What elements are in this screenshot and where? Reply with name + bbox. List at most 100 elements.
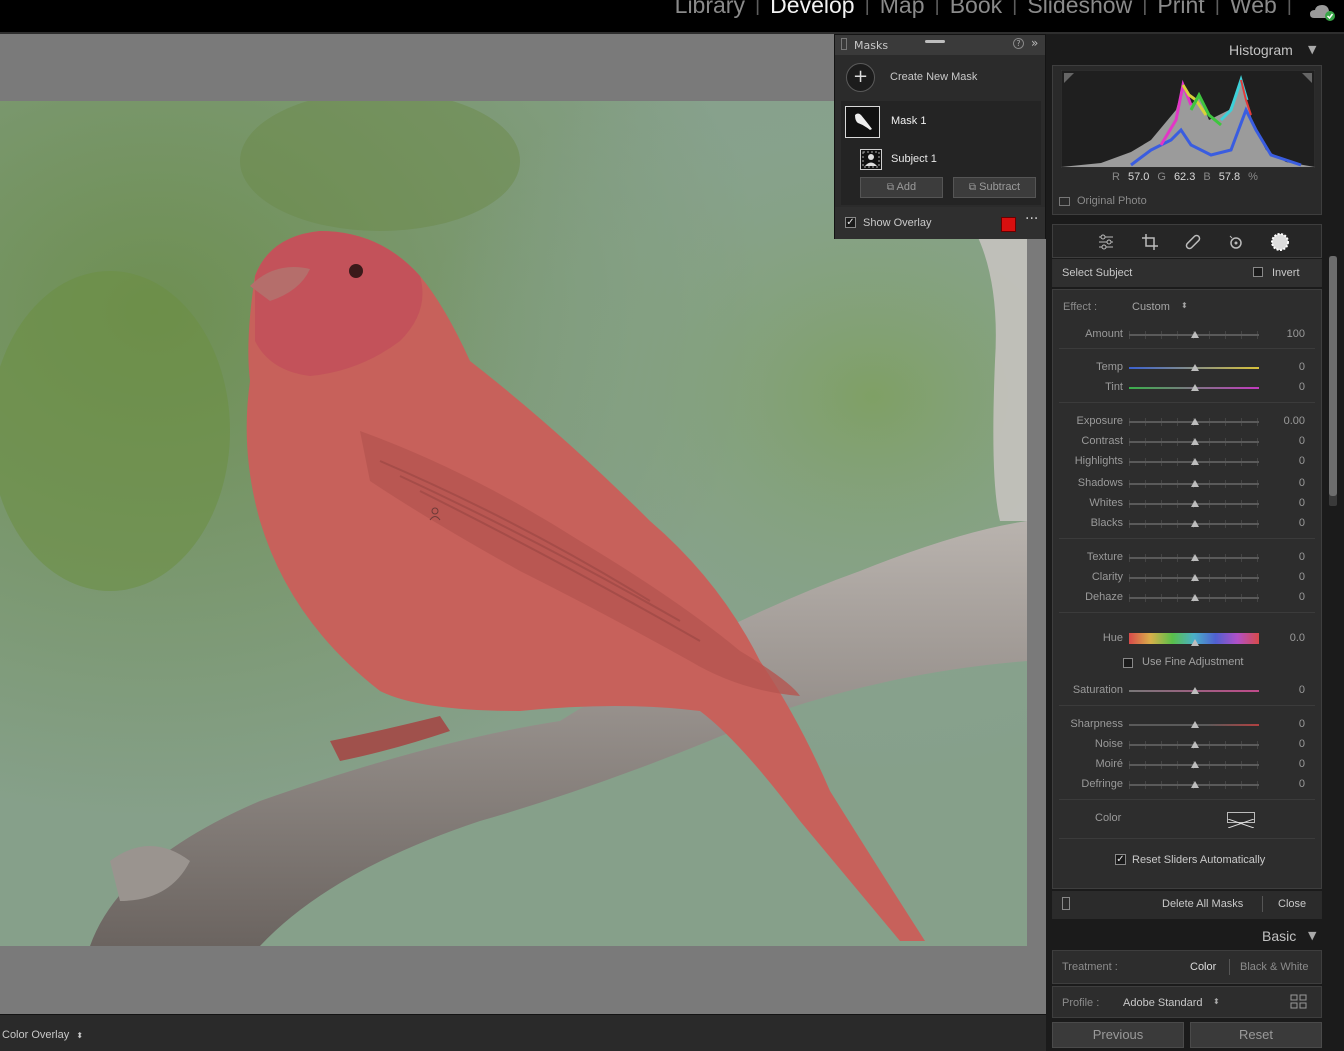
- help-icon[interactable]: ?: [1013, 38, 1024, 49]
- effect-preset-select[interactable]: Custom: [1132, 301, 1170, 313]
- slider-thumb[interactable]: [1191, 364, 1199, 371]
- treatment-color-option[interactable]: Color: [1190, 961, 1216, 973]
- shadows-slider[interactable]: Shadows 0: [1053, 474, 1319, 494]
- slider-thumb[interactable]: [1191, 500, 1199, 507]
- clarity-value[interactable]: 0: [1299, 571, 1305, 583]
- moire-slider[interactable]: Moiré 0: [1053, 755, 1319, 775]
- sharpness-value[interactable]: 0: [1299, 718, 1305, 730]
- profile-select[interactable]: Adobe Standard: [1123, 997, 1203, 1009]
- panel-grip-icon[interactable]: [841, 38, 847, 50]
- slider-thumb[interactable]: [1191, 687, 1199, 694]
- previous-button[interactable]: Previous: [1052, 1022, 1184, 1048]
- slider-thumb[interactable]: [1191, 438, 1199, 445]
- updown-arrow-icon[interactable]: ⬍: [1181, 301, 1188, 310]
- tint-slider[interactable]: Tint 0: [1053, 378, 1319, 398]
- minimize-icon[interactable]: [925, 40, 945, 43]
- crop-icon[interactable]: [1141, 233, 1159, 251]
- whites-value[interactable]: 0: [1299, 497, 1305, 509]
- saturation-slider[interactable]: Saturation 0: [1053, 681, 1319, 701]
- temp-slider[interactable]: Temp 0: [1053, 358, 1319, 378]
- original-photo-checkbox[interactable]: [1059, 197, 1070, 206]
- module-print[interactable]: Print: [1147, 0, 1214, 19]
- create-new-mask-label[interactable]: Create New Mask: [890, 71, 977, 83]
- slider-thumb[interactable]: [1191, 781, 1199, 788]
- slider-thumb[interactable]: [1191, 331, 1199, 338]
- histogram-graph[interactable]: [1061, 70, 1315, 168]
- temp-value[interactable]: 0: [1299, 361, 1305, 373]
- create-new-mask-button[interactable]: +: [846, 63, 875, 92]
- histogram-title[interactable]: Histogram: [1229, 42, 1293, 58]
- slider-thumb[interactable]: [1191, 761, 1199, 768]
- dehaze-slider[interactable]: Dehaze 0: [1053, 588, 1319, 608]
- healing-icon[interactable]: [1184, 233, 1202, 251]
- masking-icon[interactable]: [1270, 232, 1290, 252]
- fine-adjustment-checkbox[interactable]: [1123, 658, 1133, 668]
- mask-pin-icon[interactable]: [429, 506, 441, 521]
- noise-value[interactable]: 0: [1299, 738, 1305, 750]
- moire-value[interactable]: 0: [1299, 758, 1305, 770]
- red-eye-icon[interactable]: [1227, 233, 1245, 251]
- texture-value[interactable]: 0: [1299, 551, 1305, 563]
- exposure-slider[interactable]: Exposure 0.00: [1053, 412, 1319, 432]
- slider-thumb[interactable]: [1191, 639, 1199, 646]
- slider-thumb[interactable]: [1191, 554, 1199, 561]
- module-map[interactable]: Map: [870, 0, 935, 19]
- module-web[interactable]: Web: [1220, 0, 1287, 19]
- reset-sliders-checkbox[interactable]: ✓: [1115, 854, 1126, 865]
- dehaze-value[interactable]: 0: [1299, 591, 1305, 603]
- amount-slider[interactable]: Amount 100: [1053, 325, 1319, 345]
- contrast-value[interactable]: 0: [1299, 435, 1305, 447]
- slider-thumb[interactable]: [1191, 384, 1199, 391]
- collapse-triangle-icon[interactable]: ▼: [1308, 43, 1316, 56]
- cloud-sync-icon[interactable]: [1308, 2, 1336, 22]
- slider-thumb[interactable]: [1191, 458, 1199, 465]
- texture-slider[interactable]: Texture 0: [1053, 548, 1319, 568]
- whites-slider[interactable]: Whites 0: [1053, 494, 1319, 514]
- subject-icon[interactable]: [860, 149, 882, 170]
- slider-thumb[interactable]: [1191, 574, 1199, 581]
- amount-value[interactable]: 100: [1287, 328, 1305, 340]
- slider-thumb[interactable]: [1191, 418, 1199, 425]
- scrollbar-thumb[interactable]: [1329, 256, 1337, 496]
- invert-checkbox[interactable]: [1253, 267, 1263, 277]
- edit-sliders-icon[interactable]: [1097, 233, 1115, 251]
- noise-slider[interactable]: Noise 0: [1053, 735, 1319, 755]
- clarity-slider[interactable]: Clarity 0: [1053, 568, 1319, 588]
- overlay-color-swatch[interactable]: [1001, 217, 1016, 232]
- saturation-value[interactable]: 0: [1299, 684, 1305, 696]
- contrast-slider[interactable]: Contrast 0: [1053, 432, 1319, 452]
- more-options-icon[interactable]: ···: [1025, 211, 1038, 227]
- slider-thumb[interactable]: [1191, 721, 1199, 728]
- overlay-mode-select[interactable]: Color Overlay ⬍: [2, 1029, 83, 1041]
- masks-panel-header[interactable]: Masks ? »: [835, 35, 1045, 55]
- slider-thumb[interactable]: [1191, 480, 1199, 487]
- slider-thumb[interactable]: [1191, 520, 1199, 527]
- slider-thumb[interactable]: [1191, 594, 1199, 601]
- basic-panel-title[interactable]: Basic: [1262, 928, 1296, 944]
- updown-arrow-icon[interactable]: ⬍: [1213, 997, 1220, 1006]
- module-slideshow[interactable]: Slideshow: [1017, 0, 1142, 19]
- shadows-value[interactable]: 0: [1299, 477, 1305, 489]
- sharpness-slider[interactable]: Sharpness 0: [1053, 715, 1319, 735]
- delete-all-masks-button[interactable]: Delete All Masks: [1162, 898, 1243, 910]
- highlights-value[interactable]: 0: [1299, 455, 1305, 467]
- mask-component-name[interactable]: Subject 1: [891, 153, 937, 165]
- profile-browser-icon[interactable]: [1290, 994, 1308, 1010]
- hue-value[interactable]: 0.0: [1290, 632, 1305, 644]
- color-swatch-none[interactable]: [1227, 812, 1255, 829]
- tint-value[interactable]: 0: [1299, 381, 1305, 393]
- module-library[interactable]: Library: [665, 0, 755, 19]
- subtract-from-mask-button[interactable]: ⧉ Subtract: [953, 177, 1036, 198]
- slider-thumb[interactable]: [1191, 741, 1199, 748]
- add-to-mask-button[interactable]: ⧉ Add: [860, 177, 943, 198]
- collapse-panel-icon[interactable]: »: [1031, 36, 1038, 50]
- collapse-triangle-icon[interactable]: ▼: [1308, 929, 1316, 942]
- defringe-value[interactable]: 0: [1299, 778, 1305, 790]
- blacks-value[interactable]: 0: [1299, 517, 1305, 529]
- defringe-slider[interactable]: Defringe 0: [1053, 775, 1319, 795]
- close-mask-button[interactable]: Close: [1278, 898, 1306, 910]
- mask-name[interactable]: Mask 1: [891, 115, 926, 127]
- reset-button[interactable]: Reset: [1190, 1022, 1322, 1048]
- hue-slider[interactable]: Hue 0.0: [1053, 629, 1319, 649]
- mask-thumbnail[interactable]: [845, 106, 880, 138]
